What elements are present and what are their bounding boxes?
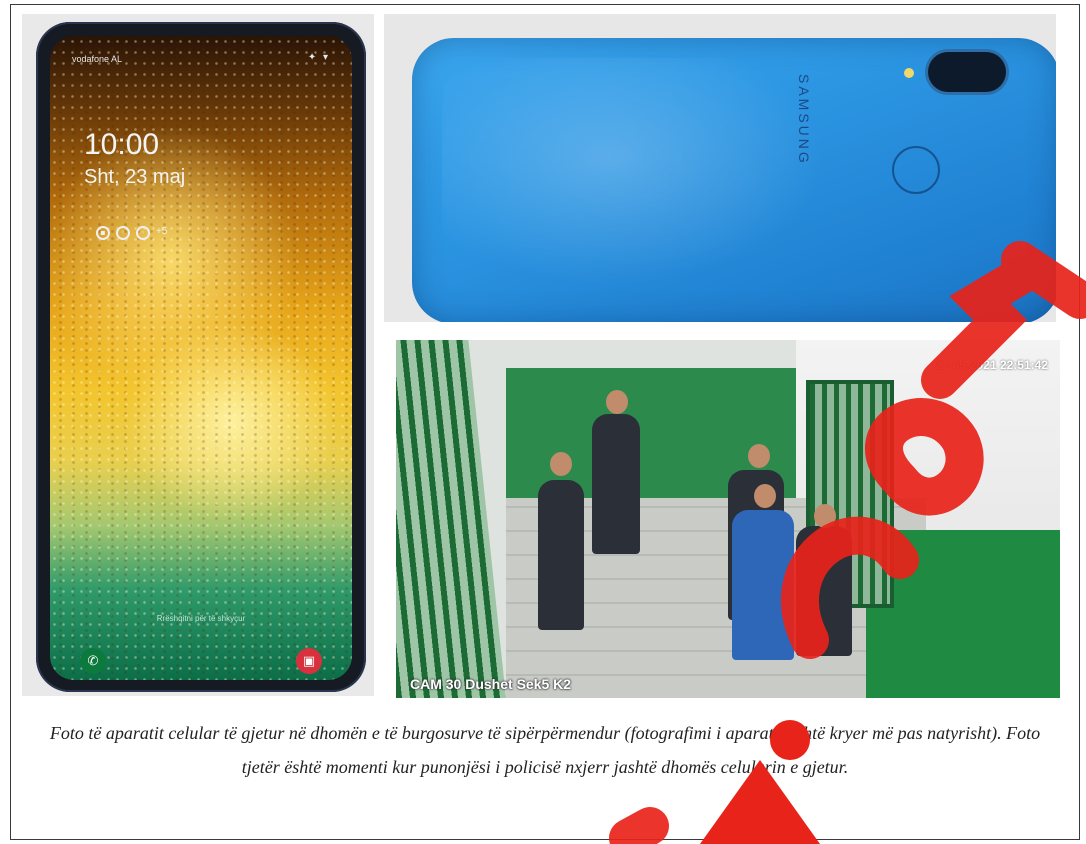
chat-icon: ◦ <box>136 226 150 240</box>
lock-time: 10:00 <box>84 128 160 161</box>
cctv-camera-label: CAM 30 Dushet Sek5 K2 <box>410 676 572 692</box>
officer-2 <box>796 526 852 656</box>
brand-logo: SAMSUNG <box>796 74 812 166</box>
person-3-head <box>748 444 770 468</box>
cctv-timestamp: 21-05-2021 22:51:42 <box>935 358 1048 372</box>
notification-row: ▪ ◦ ◦ +5 <box>96 226 167 240</box>
phone-body: vodafone AL ✦ ▾ 10:00 Sht, 23 maj ▪ ◦ ◦ … <box>36 22 366 692</box>
fingerprint-sensor <box>892 146 940 194</box>
lock-screen: vodafone AL ✦ ▾ 10:00 Sht, 23 maj ▪ ◦ ◦ … <box>50 36 352 680</box>
person-2-head <box>606 390 628 414</box>
swipe-hint: Rrëshqitni për të shkyçur <box>156 614 246 623</box>
person-2 <box>592 414 640 554</box>
person-1-head <box>550 452 572 476</box>
camera-module <box>928 52 1006 92</box>
whatsapp-icon: ◦ <box>116 226 130 240</box>
person-1 <box>538 480 584 630</box>
cctv-green-wall <box>866 530 1060 698</box>
officer-2-head <box>814 504 836 528</box>
photo-phone-front: vodafone AL ✦ ▾ 10:00 Sht, 23 maj ▪ ◦ ◦ … <box>22 14 374 696</box>
cctv-cell-bars <box>396 340 506 698</box>
photo-cctv: 21-05-2021 22:51:42 CAM 30 Dushet Sek5 K… <box>396 340 1060 698</box>
photo-caption: Foto të aparatit celular të gjetur në dh… <box>49 723 1041 777</box>
notification-more: +5 <box>156 226 168 237</box>
officer-1 <box>732 510 794 660</box>
lock-date: Sht, 23 maj <box>84 166 186 188</box>
officer-1-head <box>754 484 776 508</box>
camera-icon: ▣ <box>296 648 322 674</box>
phone-call-icon: ✆ <box>80 648 106 674</box>
photo-phone-back: SAMSUNG <box>384 14 1056 322</box>
message-icon: ▪ <box>96 226 110 240</box>
camera-flash <box>904 68 914 78</box>
status-carrier: vodafone AL <box>72 54 123 64</box>
status-icons: ✦ ▾ <box>307 52 330 63</box>
